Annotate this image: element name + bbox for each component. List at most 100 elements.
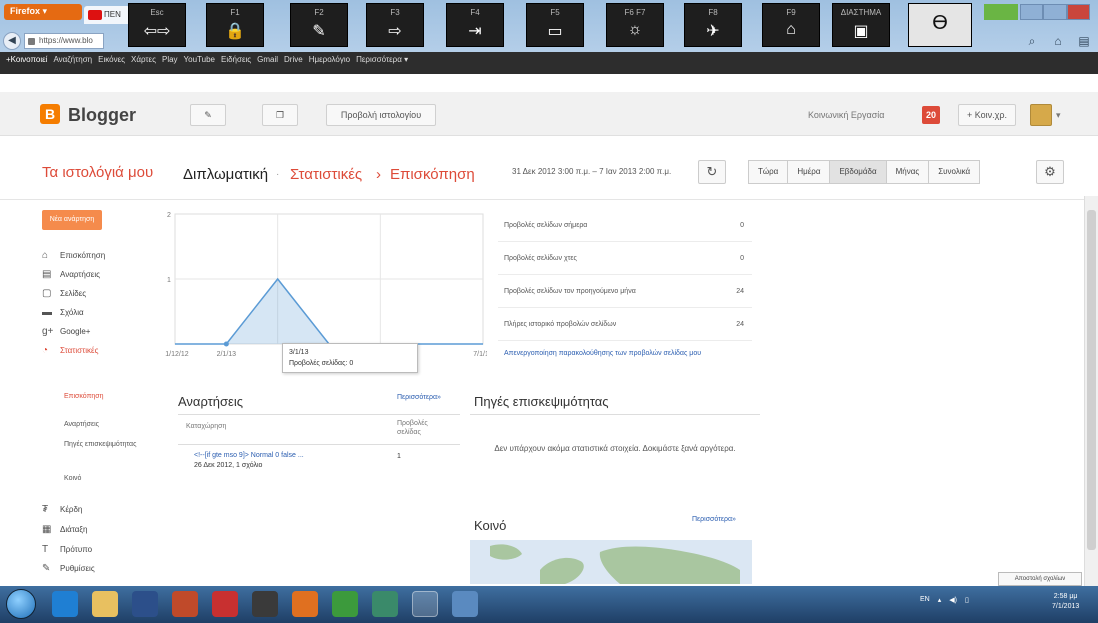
sidebar-item-label: Σελίδες bbox=[60, 289, 87, 298]
browser-tab[interactable]: ΠΕΝ bbox=[84, 6, 130, 24]
google-bar-link[interactable]: Drive bbox=[284, 55, 303, 64]
google-bar-link[interactable]: Χάρτες bbox=[131, 55, 156, 64]
google-bar-link[interactable]: +Κοινοποιεί bbox=[6, 55, 47, 64]
range-button[interactable]: Συνολικά bbox=[929, 160, 981, 184]
sidebar-item[interactable]: ▢ Σελίδες bbox=[42, 288, 86, 304]
blogger-brand[interactable]: Blogger bbox=[68, 105, 136, 126]
profile-icon[interactable]: ϴ bbox=[908, 3, 972, 47]
fkey-label: F4 bbox=[470, 8, 480, 17]
fkey-6[interactable]: F6 F7 ☼ bbox=[606, 3, 664, 47]
post-title-link[interactable]: <!--[if gte mso 9]> Normal 0 false ... bbox=[194, 452, 304, 459]
clock[interactable]: 2:58 μμ 7/1/2013 bbox=[1052, 592, 1079, 612]
start-button[interactable] bbox=[6, 589, 36, 619]
fkey-glyph-icon: ▭ bbox=[547, 23, 563, 40]
fkey-7[interactable]: F8 ✈ bbox=[684, 3, 742, 47]
app-icon[interactable] bbox=[252, 591, 278, 617]
settings-button[interactable]: ⚙ bbox=[1036, 160, 1064, 184]
home-icon[interactable]: ⌂ bbox=[1050, 33, 1066, 49]
fkey-0[interactable]: Esc ⇦⇨ bbox=[128, 3, 186, 47]
layout-icon: ▦ bbox=[42, 524, 52, 535]
maximize-button[interactable] bbox=[1043, 4, 1067, 20]
range-button[interactable]: Εβδομάδα bbox=[830, 160, 887, 184]
sidebar-item[interactable]: T Πρότυπο bbox=[42, 544, 92, 560]
sidebar-subitem[interactable]: Κοινό bbox=[64, 474, 154, 483]
sidebar-item[interactable]: ▦ Διάταξη bbox=[42, 524, 87, 540]
app-icon[interactable] bbox=[132, 591, 158, 617]
app-icon[interactable] bbox=[212, 591, 238, 617]
firefox-icon[interactable] bbox=[292, 591, 318, 617]
arrow-up-icon[interactable]: ▴ bbox=[938, 596, 942, 604]
range-button[interactable]: Ημέρα bbox=[788, 160, 831, 184]
speaker-icon[interactable]: ◀) bbox=[949, 596, 957, 604]
sidebar-item[interactable]: g+ Google+ bbox=[42, 326, 90, 342]
page-scrollbar[interactable] bbox=[1084, 196, 1098, 586]
app-icon[interactable] bbox=[452, 591, 478, 617]
chrome-icon[interactable] bbox=[332, 591, 358, 617]
new-post-button[interactable]: ✎ bbox=[190, 104, 226, 126]
sidebar-item[interactable]: ▤ Αναρτήσεις bbox=[42, 269, 100, 285]
table-row[interactable]: <!--[if gte mso 9]> Normal 0 false ... 2… bbox=[194, 451, 344, 471]
sidebar-item[interactable]: ⌂ Επισκόπηση bbox=[42, 250, 105, 266]
close-button[interactable] bbox=[1066, 4, 1090, 20]
posts-list-button[interactable]: ❐ bbox=[262, 104, 298, 126]
sidebar-item[interactable]: ◔ Στατιστικές bbox=[42, 345, 98, 361]
back-button[interactable]: ◀ bbox=[3, 32, 21, 50]
google-bar-link[interactable]: Ειδήσεις bbox=[221, 55, 251, 64]
fkey-1[interactable]: F1 🔒 bbox=[206, 3, 264, 47]
google-bar-link[interactable]: Gmail bbox=[257, 55, 278, 64]
fkey-5[interactable]: F5 ▭ bbox=[526, 3, 584, 47]
google-bar-link[interactable]: Εικόνες bbox=[98, 55, 125, 64]
battery-icon[interactable]: ▯ bbox=[965, 596, 969, 604]
language-indicator[interactable]: EN bbox=[920, 596, 930, 604]
fkey-4[interactable]: F4 ⇥ bbox=[446, 3, 504, 47]
share-button[interactable]: + Κοιν.χρ. bbox=[958, 104, 1016, 126]
tracking-link[interactable]: Απενεργοποίηση παρακολούθησης των προβολ… bbox=[504, 349, 744, 359]
fkey-3[interactable]: F3 ⇨ bbox=[366, 3, 424, 47]
sidebar-item[interactable]: ₮ Κέρδη bbox=[42, 504, 82, 520]
account-name[interactable]: Κοινωνική Εργασία bbox=[808, 110, 885, 120]
pages-icon: ▢ bbox=[42, 288, 52, 299]
sidebar-subitem[interactable]: Πηγές επισκεψιμότητας bbox=[64, 440, 154, 449]
scrollbar-thumb[interactable] bbox=[1087, 210, 1096, 550]
fkey-8[interactable]: F9 ⌂ bbox=[762, 3, 820, 47]
sidebar-item[interactable]: ▬ Σχόλια bbox=[42, 307, 84, 323]
range-button[interactable]: Τώρα bbox=[748, 160, 789, 184]
search-icon[interactable]: ⌕ bbox=[1024, 33, 1040, 49]
fkey-9[interactable]: ΔΙΑΣΤΗΜΑ ▣ bbox=[832, 3, 890, 47]
sidebar-subitem[interactable]: Επισκόπηση bbox=[64, 392, 154, 401]
chevron-down-icon[interactable]: ▾ bbox=[1056, 110, 1061, 121]
google-bar-link[interactable]: Ημερολόγιο bbox=[309, 55, 350, 64]
range-button[interactable]: Μήνας bbox=[886, 160, 930, 184]
blog-name[interactable]: Διπλωματική bbox=[183, 166, 268, 183]
explorer-icon[interactable] bbox=[92, 591, 118, 617]
google-bar-link[interactable]: Play bbox=[162, 55, 178, 64]
view-blog-button[interactable]: Προβολή ιστολογίου bbox=[326, 104, 436, 126]
notification-badge[interactable]: 20 bbox=[922, 106, 940, 124]
audience-more-link[interactable]: Περισσότερα» bbox=[692, 516, 736, 523]
blogger-logo-icon[interactable]: B bbox=[40, 104, 60, 124]
minimize-button[interactable] bbox=[1020, 4, 1044, 20]
refresh-button[interactable]: ↻ bbox=[698, 160, 726, 184]
network-icon[interactable] bbox=[372, 591, 398, 617]
firefox-icon[interactable] bbox=[412, 591, 438, 617]
sidebar-subitem[interactable]: Αναρτήσεις bbox=[64, 420, 154, 429]
posts-more-link[interactable]: Περισσότερα» bbox=[397, 394, 441, 401]
address-bar[interactable]: https://www.blo bbox=[24, 33, 104, 49]
google-bar-link[interactable]: Αναζήτηση bbox=[53, 55, 92, 64]
media-icon[interactable] bbox=[172, 591, 198, 617]
breadcrumb-stats[interactable]: Στατιστικές bbox=[290, 166, 362, 183]
google-bar-link[interactable]: Περισσότερα ▾ bbox=[356, 55, 408, 64]
browser-menu-button[interactable]: Firefox ▾ bbox=[4, 4, 82, 20]
avatar[interactable] bbox=[1030, 104, 1052, 126]
ie-icon[interactable] bbox=[52, 591, 78, 617]
post-meta: 26 Δεκ 2012, 1 σχόλιο bbox=[194, 462, 263, 469]
new-post-button[interactable]: Νέα ανάρτηση bbox=[42, 210, 102, 230]
fkey-2[interactable]: F2 ✎ bbox=[290, 3, 348, 47]
google-bar-link[interactable]: YouTube bbox=[184, 55, 215, 64]
feedback-button[interactable]: Αποστολή σχολίων bbox=[998, 572, 1082, 586]
sidebar-item[interactable]: ✎ Ρυθμίσεις bbox=[42, 563, 95, 579]
comments-icon: ▬ bbox=[42, 307, 52, 318]
fkey-label: F2 bbox=[314, 8, 324, 17]
my-blogs-link[interactable]: Τα ιστολόγιά μου bbox=[42, 164, 153, 181]
bookmarks-icon[interactable]: ▤ bbox=[1076, 33, 1092, 49]
